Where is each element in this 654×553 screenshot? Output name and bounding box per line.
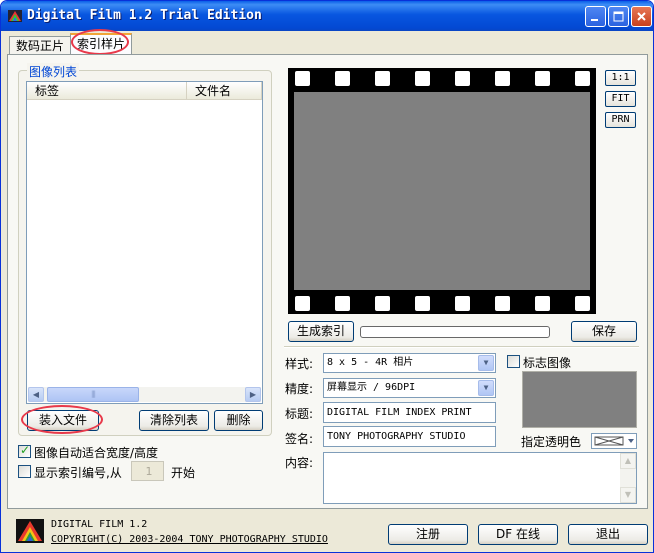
scroll-right-button[interactable]: ▶ xyxy=(245,387,261,402)
title-label: 标题: xyxy=(285,407,314,421)
close-icon xyxy=(637,12,646,21)
sprocket-hole xyxy=(335,71,350,86)
product-name: DIGITAL FILM 1.2 xyxy=(51,519,148,530)
sprocket-hole xyxy=(415,71,430,86)
copyright-link[interactable]: COPYRIGHT(C) 2003-2004 TONY PHOTOGRAPHY … xyxy=(51,534,328,545)
content-label: 内容: xyxy=(285,456,314,470)
color-swatch-icon xyxy=(594,436,634,446)
precision-label: 精度: xyxy=(285,382,314,396)
scroll-up-button[interactable]: ▲ xyxy=(620,453,636,469)
minimize-button[interactable] xyxy=(585,6,606,27)
auto-fit-checkbox[interactable] xyxy=(18,443,31,458)
app-window: Digital Film 1.2 Trial Edition 数码正片 索引样片… xyxy=(0,0,654,553)
index-start-input[interactable]: 1 xyxy=(131,461,164,481)
image-list-group-title: 图像列表 xyxy=(27,63,80,80)
style-select[interactable]: 8 x 5 - 4R 相片 ▼ xyxy=(323,353,496,373)
content-vertical-scrollbar[interactable]: ▲ ▼ xyxy=(620,453,636,503)
transparent-color-picker[interactable] xyxy=(591,433,637,449)
zoom-actual-size-button[interactable]: 1:1 xyxy=(605,70,636,86)
image-listview[interactable]: 标签 文件名 ◀ ||| ▶ xyxy=(26,81,263,404)
film-preview xyxy=(288,68,596,314)
signature-input[interactable]: TONY PHOTOGRAPHY STUDIO xyxy=(323,426,496,447)
chevron-left-icon: ◀ xyxy=(32,390,40,399)
digital-film-logo xyxy=(16,519,44,543)
listview-header: 标签 文件名 xyxy=(27,82,262,100)
window-title: Digital Film 1.2 Trial Edition xyxy=(27,8,262,23)
delete-button[interactable]: 删除 xyxy=(214,410,263,431)
generate-progress-bar xyxy=(360,326,550,338)
logo-image-checkbox[interactable] xyxy=(507,355,520,368)
sprocket-hole xyxy=(495,296,510,311)
clear-list-button[interactable]: 清除列表 xyxy=(139,410,209,431)
content-textarea[interactable]: ▲ ▼ xyxy=(323,452,637,504)
column-header-filename[interactable]: 文件名 xyxy=(187,82,262,100)
maximize-icon xyxy=(613,11,624,22)
generate-index-button[interactable]: 生成索引 xyxy=(288,321,354,342)
column-header-tag[interactable]: 标签 xyxy=(27,82,187,100)
sprocket-hole xyxy=(535,296,550,311)
index-start-suffix: 开始 xyxy=(171,466,196,480)
sprocket-hole xyxy=(335,296,350,311)
settings-separator xyxy=(284,346,639,348)
annotation-circle-tab xyxy=(71,29,129,55)
sprocket-hole xyxy=(415,296,430,311)
scroll-left-button[interactable]: ◀ xyxy=(28,387,44,402)
transparent-color-label: 指定透明色 xyxy=(521,435,582,449)
annotation-circle-load xyxy=(21,405,103,434)
chevron-right-icon: ▶ xyxy=(249,390,257,399)
online-button[interactable]: DF 在线 xyxy=(478,524,558,545)
sprocket-hole xyxy=(375,71,390,86)
sprocket-hole xyxy=(295,71,310,86)
exit-button[interactable]: 退出 xyxy=(568,524,648,545)
show-index-label: 显示索引编号,从 xyxy=(34,466,122,480)
sprocket-hole xyxy=(575,296,590,311)
chevron-down-icon: ▼ xyxy=(624,490,632,499)
sprocket-hole xyxy=(495,71,510,86)
chevron-down-icon: ▼ xyxy=(483,358,489,367)
sprocket-hole xyxy=(455,71,470,86)
precision-dropdown-button[interactable]: ▼ xyxy=(478,380,494,396)
minimize-icon xyxy=(591,19,598,21)
sprocket-hole xyxy=(295,296,310,311)
style-dropdown-button[interactable]: ▼ xyxy=(478,355,494,371)
logo-image-preview[interactable] xyxy=(522,371,637,428)
scroll-thumb[interactable]: ||| xyxy=(47,387,139,402)
style-select-value: 8 x 5 - 4R 相片 xyxy=(327,357,414,368)
register-button[interactable]: 注册 xyxy=(388,524,468,545)
scroll-down-button[interactable]: ▼ xyxy=(620,487,636,503)
sprocket-hole xyxy=(575,71,590,86)
tab-digital-positive[interactable]: 数码正片 xyxy=(9,36,72,55)
precision-select[interactable]: 屏幕显示 / 96DPI ▼ xyxy=(323,378,496,398)
sprocket-hole xyxy=(375,296,390,311)
zoom-fit-button[interactable]: FIT xyxy=(605,91,636,107)
save-button[interactable]: 保存 xyxy=(571,321,637,342)
sprocket-hole xyxy=(455,296,470,311)
style-label: 样式: xyxy=(285,357,314,371)
auto-fit-label: 图像自动适合宽度/高度 xyxy=(34,446,159,460)
close-button[interactable] xyxy=(631,6,652,27)
preview-frame xyxy=(294,92,590,290)
title-input[interactable]: DIGITAL FILM INDEX PRINT xyxy=(323,402,496,423)
listview-horizontal-scrollbar[interactable]: ◀ ||| ▶ xyxy=(28,387,261,402)
chevron-down-icon: ▼ xyxy=(483,383,489,392)
maximize-button[interactable] xyxy=(608,6,629,27)
signature-label: 签名: xyxy=(285,432,314,446)
title-bar[interactable]: Digital Film 1.2 Trial Edition xyxy=(1,1,653,31)
show-index-checkbox[interactable] xyxy=(18,465,31,478)
precision-select-value: 屏幕显示 / 96DPI xyxy=(327,382,416,393)
logo-image-label: 标志图像 xyxy=(523,356,572,370)
sprocket-hole xyxy=(535,71,550,86)
app-icon xyxy=(8,10,22,22)
zoom-print-button[interactable]: PRN xyxy=(605,112,636,128)
chevron-up-icon: ▲ xyxy=(624,456,632,465)
